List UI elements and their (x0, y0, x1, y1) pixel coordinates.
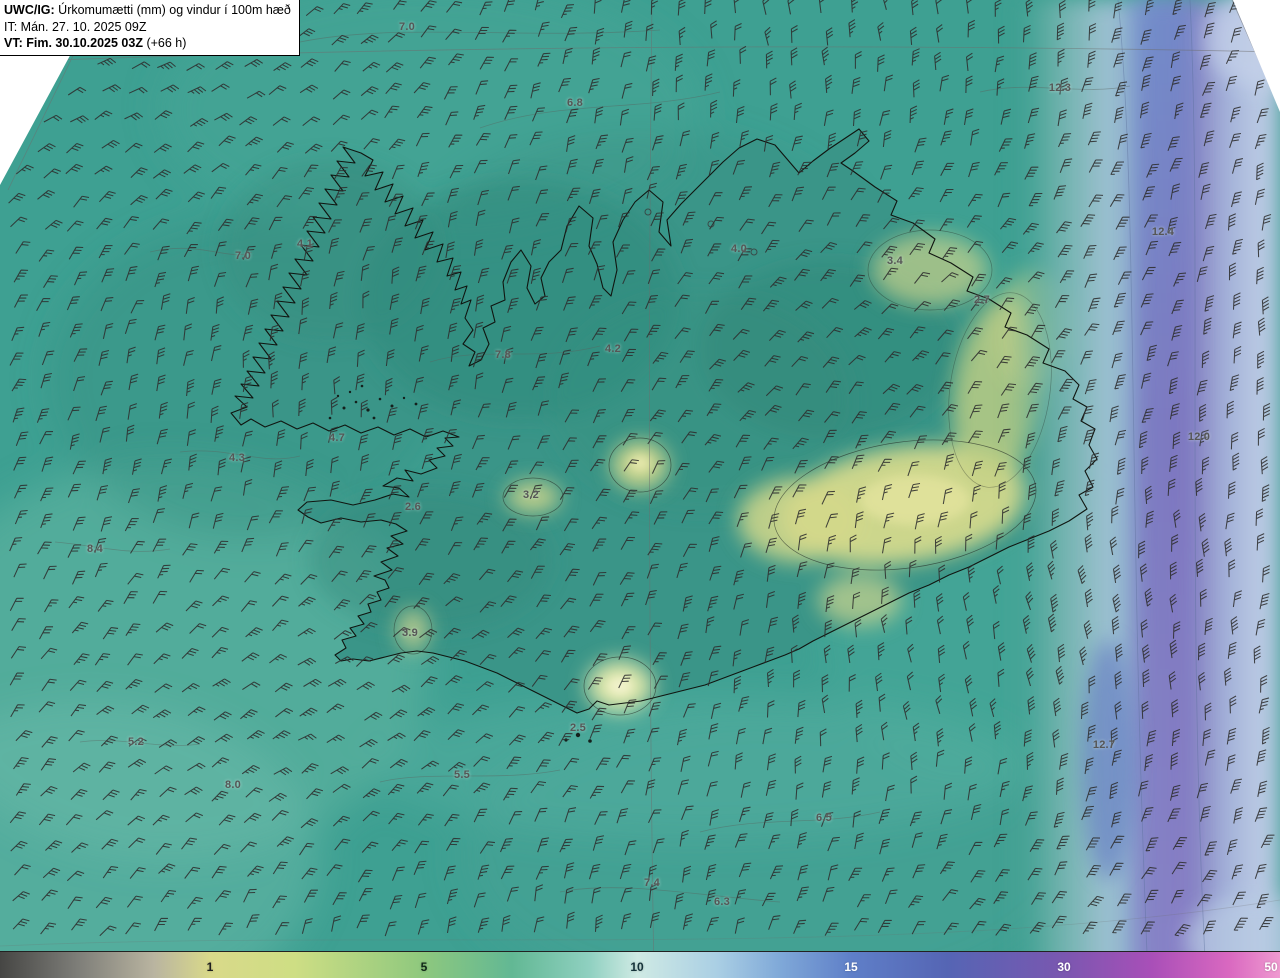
colorbar-tick: 15 (844, 960, 858, 974)
title-line: UWC/IG: Úrkomumætti (mm) og vindur í 100… (4, 2, 291, 19)
colorbar: 1 5 10 15 30 50 (0, 951, 1280, 978)
offshore-precip-band (1010, 0, 1280, 978)
model-id: UWC/IG: (4, 3, 55, 17)
colorbar-tick: 30 (1057, 960, 1071, 974)
weather-map-app: 7.0 6.8 12.3 4.1 7.0 4.0 3.4 2.7 12.4 7.8 4.2 4.7 4.… (0, 0, 1280, 978)
title-text: Úrkomumætti (mm) og vindur í 100m hæð (54, 3, 291, 17)
colorbar-tick: 50 (1264, 960, 1278, 974)
lead-time-text: (+66 h) (142, 36, 187, 50)
init-time-text: Mán. 27. 10. 2025 09Z (17, 19, 147, 34)
colorbar-tick: 5 (420, 960, 428, 974)
valid-time-text: VT: Fim. 30.10.2025 03Z (4, 36, 143, 50)
valid-time-line: VT: Fim. 30.10.2025 03Z (+66 h) (4, 35, 291, 52)
map-title-box: UWC/IG: Úrkomumætti (mm) og vindur í 100… (0, 0, 300, 56)
colorbar-tick: 1 (206, 960, 214, 974)
init-time-prefix: IT: (4, 19, 18, 34)
weather-map (0, 0, 1280, 978)
init-time-line: IT: Mán. 27. 10. 2025 09Z (4, 19, 291, 36)
colorbar-tick: 10 (630, 960, 644, 974)
